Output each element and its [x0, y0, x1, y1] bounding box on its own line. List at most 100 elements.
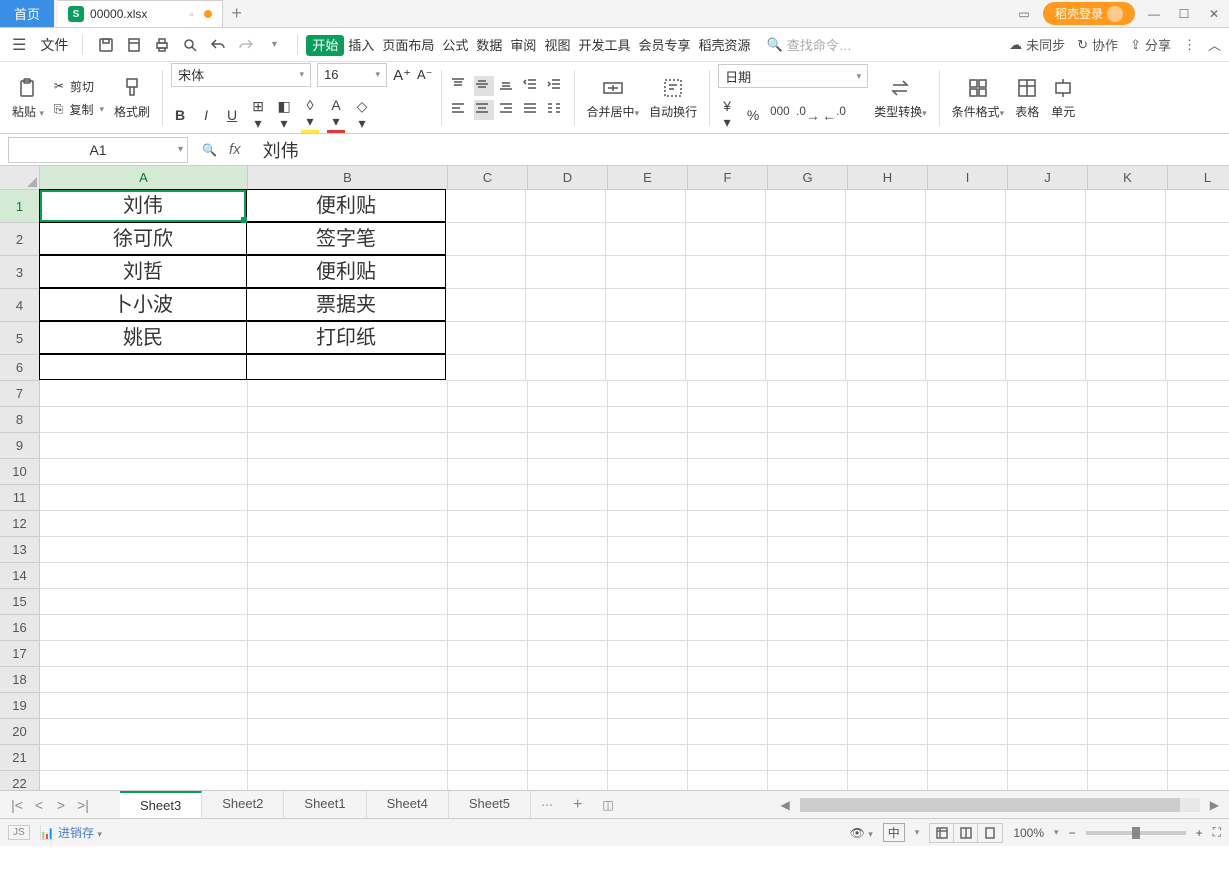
font-color-button[interactable]: A▾	[327, 97, 345, 133]
underline-button[interactable]: U	[223, 107, 241, 123]
cell[interactable]	[1008, 433, 1088, 459]
cell[interactable]	[1166, 355, 1229, 381]
cell[interactable]	[1008, 641, 1088, 667]
cell[interactable]	[448, 381, 528, 407]
qat-dropdown-icon[interactable]: ▾	[265, 36, 283, 54]
italic-button[interactable]: I	[197, 107, 215, 123]
cell[interactable]	[446, 322, 526, 355]
ribbon-tab-4[interactable]: 数据	[472, 38, 506, 53]
cell[interactable]	[1166, 223, 1229, 256]
cell[interactable]	[928, 745, 1008, 771]
cell[interactable]	[40, 563, 248, 589]
cell[interactable]: 刘伟	[39, 189, 247, 222]
row-header[interactable]: 13	[0, 537, 40, 563]
increase-indent-icon[interactable]	[546, 76, 566, 96]
cell[interactable]	[1168, 511, 1229, 537]
cell[interactable]	[248, 615, 448, 641]
cell[interactable]	[1008, 667, 1088, 693]
cell[interactable]	[448, 641, 528, 667]
fill-color-button[interactable]: ◊▾	[301, 97, 319, 133]
cell[interactable]	[446, 190, 526, 223]
cell[interactable]	[928, 537, 1008, 563]
merge-label[interactable]: 合并居中▾	[587, 103, 640, 120]
cell[interactable]	[688, 589, 768, 615]
cell[interactable]	[1088, 589, 1168, 615]
cell[interactable]: 姚民	[39, 321, 247, 354]
cell[interactable]	[1008, 745, 1088, 771]
sheet-last-icon[interactable]: >|	[74, 797, 92, 813]
cell[interactable]	[768, 433, 848, 459]
cell[interactable]	[928, 641, 1008, 667]
cell[interactable]	[608, 511, 688, 537]
paste-icon[interactable]	[15, 75, 41, 101]
cell[interactable]	[926, 223, 1006, 256]
cut-button[interactable]: ✂剪切	[54, 78, 104, 95]
ribbon-tab-6[interactable]: 视图	[540, 38, 574, 53]
cell[interactable]	[688, 485, 768, 511]
cell[interactable]	[528, 745, 608, 771]
cell[interactable]	[1168, 693, 1229, 719]
cell[interactable]	[1088, 667, 1168, 693]
cell[interactable]	[528, 563, 608, 589]
decrease-indent-icon[interactable]	[522, 76, 542, 96]
col-header[interactable]: H	[848, 166, 928, 190]
split-icon[interactable]: ◫	[592, 798, 623, 812]
cell[interactable]	[608, 563, 688, 589]
command-search[interactable]: 🔍 查找命令…	[767, 35, 852, 54]
cell[interactable]	[1168, 719, 1229, 745]
col-header[interactable]: L	[1168, 166, 1229, 190]
col-header[interactable]: B	[248, 166, 448, 190]
row-header[interactable]: 5	[0, 322, 40, 355]
cell[interactable]	[848, 459, 928, 485]
sheet-list-icon[interactable]: ⋯	[531, 798, 563, 812]
cell[interactable]	[768, 719, 848, 745]
cell[interactable]	[768, 745, 848, 771]
home-tab[interactable]: 首页	[0, 0, 54, 27]
cell[interactable]	[40, 615, 248, 641]
cell[interactable]	[688, 407, 768, 433]
cell[interactable]	[248, 563, 448, 589]
table-style-label[interactable]: 表格	[1015, 103, 1039, 120]
cell[interactable]	[1088, 433, 1168, 459]
cell[interactable]	[1008, 771, 1088, 790]
row-header[interactable]: 6	[0, 355, 40, 381]
cell[interactable]	[1168, 641, 1229, 667]
brush-icon[interactable]	[119, 75, 145, 101]
cell[interactable]	[448, 433, 528, 459]
cell[interactable]	[528, 719, 608, 745]
cell[interactable]	[1008, 381, 1088, 407]
row-header[interactable]: 16	[0, 615, 40, 641]
col-header[interactable]: G	[768, 166, 848, 190]
cell-icon[interactable]	[1050, 75, 1076, 101]
cell[interactable]	[1008, 563, 1088, 589]
cell[interactable]	[688, 693, 768, 719]
align-middle-icon[interactable]	[474, 76, 494, 96]
cell[interactable]	[248, 485, 448, 511]
cell[interactable]	[528, 407, 608, 433]
login-button[interactable]: 稻壳登录	[1043, 2, 1135, 25]
comma-button[interactable]: 000	[770, 105, 788, 124]
cell[interactable]	[846, 223, 926, 256]
cell[interactable]	[686, 223, 766, 256]
cell[interactable]	[40, 537, 248, 563]
cell[interactable]	[848, 381, 928, 407]
cell[interactable]	[1088, 719, 1168, 745]
col-header[interactable]: C	[448, 166, 528, 190]
cell[interactable]	[608, 485, 688, 511]
cell[interactable]	[768, 511, 848, 537]
cell[interactable]	[928, 719, 1008, 745]
preview-icon[interactable]	[181, 36, 199, 54]
cell[interactable]	[1086, 289, 1166, 322]
table-style-icon[interactable]	[1014, 75, 1040, 101]
cell[interactable]	[846, 289, 926, 322]
cell[interactable]	[528, 381, 608, 407]
cell[interactable]	[686, 355, 766, 381]
cell[interactable]	[1006, 322, 1086, 355]
cell[interactable]	[526, 289, 606, 322]
cell[interactable]	[526, 322, 606, 355]
print-preview-icon[interactable]	[125, 36, 143, 54]
share-button[interactable]: ⇪分享	[1130, 35, 1171, 54]
js-icon[interactable]: JS	[8, 825, 30, 840]
cell[interactable]	[928, 563, 1008, 589]
cell[interactable]	[1008, 615, 1088, 641]
